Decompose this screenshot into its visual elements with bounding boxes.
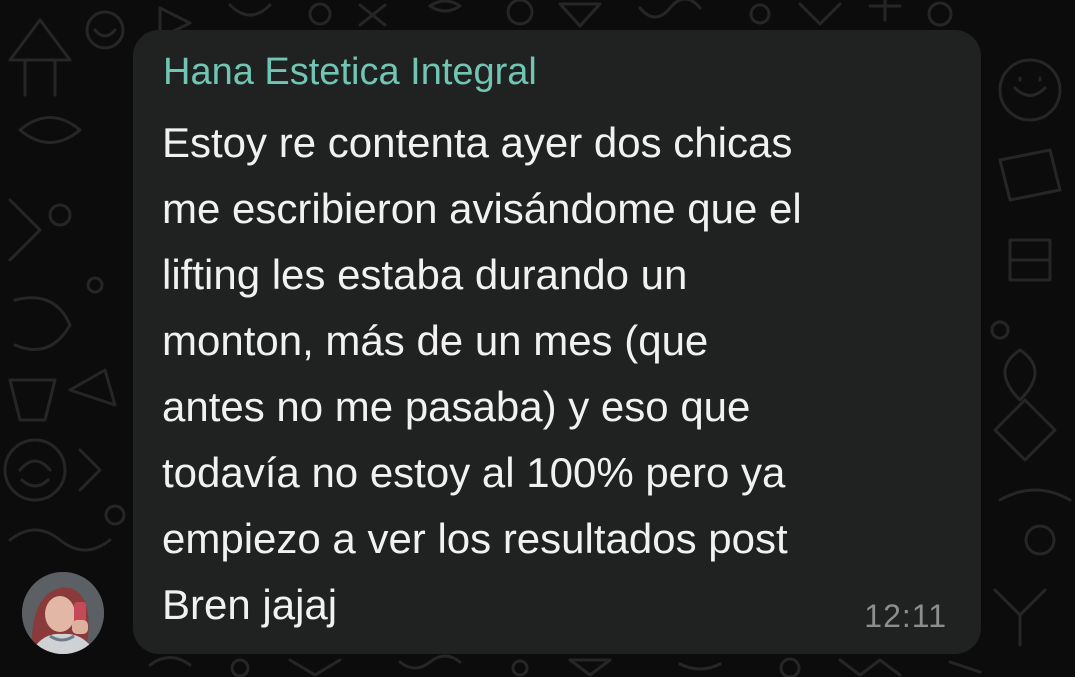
sender-avatar[interactable] [22,572,104,654]
chat-background: Hana Estetica Integral Estoy re contenta… [0,0,1075,677]
message-timestamp: 12:11 [864,598,947,634]
message-bubble[interactable]: Hana Estetica Integral Estoy re contenta… [133,30,981,654]
avatar-photo-icon [22,572,104,654]
sender-name[interactable]: Hana Estetica Integral [163,50,537,94]
message-text: Estoy re contenta ayer dos chicas me esc… [162,119,802,628]
